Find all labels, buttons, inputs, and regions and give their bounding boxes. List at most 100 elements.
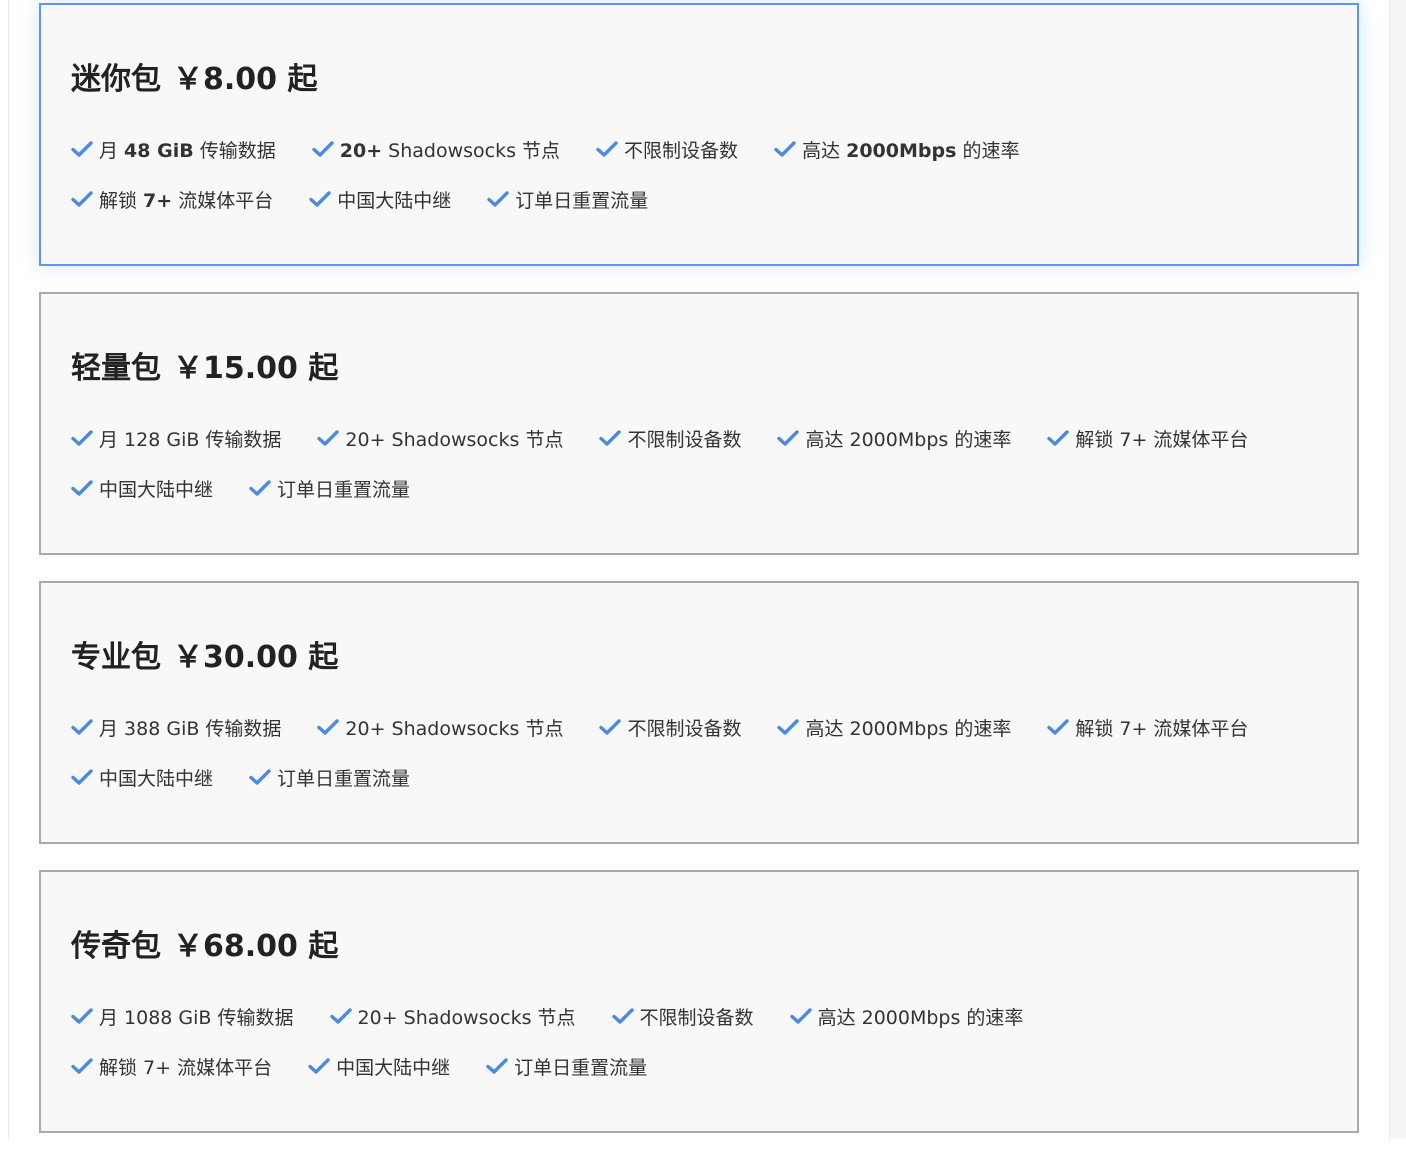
feature-item: 解锁 7+ 流媒体平台 — [71, 1041, 272, 1091]
feature-text: 20+ Shadowsocks 节点 — [345, 428, 564, 451]
plan-card-lite[interactable]: 轻量包 ￥15.00 起 月 128 GiB 传输数据 20+ Shadowsoc… — [39, 292, 1359, 555]
feature-list: 月 48 GiB 传输数据 20+ Shadowsocks 节点 不限制设备数 … — [71, 124, 1291, 224]
feature-item: 订单日重置流量 — [487, 174, 648, 224]
feature-item: 月 128 GiB 传输数据 — [71, 413, 281, 463]
check-icon — [611, 1008, 634, 1024]
feature-list: 月 1088 GiB 传输数据 20+ Shadowsocks 节点 不限制设备… — [71, 991, 1291, 1091]
check-icon — [71, 769, 93, 785]
feature-text: 解锁 7+ 流媒体平台 — [1075, 428, 1249, 451]
feature-item: 月 1088 GiB 传输数据 — [71, 991, 294, 1041]
feature-item: 20+ Shadowsocks 节点 — [312, 124, 560, 174]
check-icon — [487, 191, 509, 207]
feature-item: 订单日重置流量 — [249, 752, 410, 802]
check-icon — [308, 1058, 330, 1074]
plan-title: 传奇包 ￥68.00 起 — [71, 925, 1327, 969]
plan-list: 迷你包 ￥8.00 起 月 48 GiB 传输数据 20+ Shadowsocks… — [39, 3, 1359, 1159]
feature-item: 中国大陆中继 — [71, 752, 213, 802]
feature-text: 订单日重置流量 — [514, 1056, 648, 1079]
plan-name: 专业包 — [71, 640, 161, 675]
plan-price: ￥15.00 起 — [173, 351, 339, 386]
check-icon — [249, 480, 271, 496]
check-icon — [774, 141, 796, 157]
feature-item: 订单日重置流量 — [486, 1041, 647, 1091]
feature-text: 解锁 7+ 流媒体平台 — [1075, 717, 1249, 740]
feature-text: 高达 2000Mbps 的速率 — [805, 717, 1012, 740]
feature-item: 高达 2000Mbps 的速率 — [777, 413, 1011, 463]
feature-text: 不限制设备数 — [627, 717, 742, 740]
feature-item: 高达 2000Mbps 的速率 — [777, 702, 1011, 752]
feature-item: 不限制设备数 — [599, 702, 741, 752]
check-icon — [486, 1058, 508, 1074]
plan-title: 轻量包 ￥15.00 起 — [71, 347, 1327, 391]
feature-list: 月 128 GiB 传输数据 20+ Shadowsocks 节点 不限制设备数… — [71, 413, 1291, 513]
check-icon — [317, 430, 340, 446]
check-icon — [596, 141, 618, 157]
plan-price: ￥30.00 起 — [173, 640, 339, 675]
feature-text: 20+ Shadowsocks 节点 — [357, 1006, 576, 1029]
feature-text: 中国大陆中继 — [99, 767, 214, 790]
check-icon — [599, 719, 622, 735]
feature-text: 20+ Shadowsocks 节点 — [339, 139, 561, 162]
feature-text: 解锁 7+ 流媒体平台 — [99, 1056, 273, 1079]
page-left-divider — [8, 0, 9, 1139]
check-icon — [789, 1008, 812, 1024]
plan-card-mini[interactable]: 迷你包 ￥8.00 起 月 48 GiB 传输数据 20+ Shadowsocks… — [39, 3, 1359, 266]
check-icon — [71, 141, 93, 157]
check-icon — [312, 141, 334, 157]
feature-text: 月 388 GiB 传输数据 — [99, 717, 282, 740]
check-icon — [249, 769, 271, 785]
check-icon — [71, 719, 93, 735]
feature-item: 订单日重置流量 — [249, 463, 410, 513]
feature-text: 解锁 7+ 流媒体平台 — [99, 189, 274, 212]
plan-name: 迷你包 — [71, 62, 161, 97]
feature-text: 高达 2000Mbps 的速率 — [817, 1006, 1024, 1029]
feature-list: 月 388 GiB 传输数据 20+ Shadowsocks 节点 不限制设备数… — [71, 702, 1291, 802]
plan-card-pro[interactable]: 专业包 ￥30.00 起 月 388 GiB 传输数据 20+ Shadowsoc… — [39, 581, 1359, 844]
feature-text: 不限制设备数 — [627, 428, 742, 451]
feature-item: 不限制设备数 — [599, 413, 741, 463]
feature-item: 高达 2000Mbps 的速率 — [789, 991, 1024, 1041]
check-icon — [777, 719, 800, 735]
feature-text: 月 128 GiB 传输数据 — [99, 428, 282, 451]
scrollbar-track[interactable] — [1389, 0, 1406, 1139]
check-icon — [71, 191, 93, 207]
feature-item: 中国大陆中继 — [309, 174, 451, 224]
feature-item: 中国大陆中继 — [308, 1041, 450, 1091]
plan-title: 专业包 ￥30.00 起 — [71, 636, 1327, 680]
feature-item: 20+ Shadowsocks 节点 — [329, 991, 576, 1041]
feature-text: 高达 2000Mbps 的速率 — [802, 139, 1020, 162]
check-icon — [71, 1058, 93, 1074]
feature-item: 月 388 GiB 传输数据 — [71, 702, 281, 752]
feature-item: 解锁 7+ 流媒体平台 — [71, 174, 273, 224]
feature-item: 不限制设备数 — [596, 124, 738, 174]
feature-item: 解锁 7+ 流媒体平台 — [1047, 413, 1248, 463]
feature-text: 不限制设备数 — [639, 1006, 754, 1029]
feature-text: 订单日重置流量 — [277, 767, 411, 790]
feature-text: 月 48 GiB 传输数据 — [99, 139, 276, 162]
check-icon — [329, 1008, 352, 1024]
feature-item: 月 48 GiB 传输数据 — [71, 124, 276, 174]
feature-item: 20+ Shadowsocks 节点 — [317, 702, 563, 752]
check-icon — [317, 719, 340, 735]
feature-text: 不限制设备数 — [624, 139, 739, 162]
plan-price: ￥68.00 起 — [173, 929, 339, 964]
feature-item: 中国大陆中继 — [71, 463, 213, 513]
feature-item: 解锁 7+ 流媒体平台 — [1047, 702, 1248, 752]
feature-item: 20+ Shadowsocks 节点 — [317, 413, 563, 463]
feature-text: 订单日重置流量 — [277, 478, 411, 501]
plan-name: 传奇包 — [71, 929, 161, 964]
check-icon — [1047, 719, 1070, 735]
feature-text: 高达 2000Mbps 的速率 — [805, 428, 1012, 451]
feature-text: 中国大陆中继 — [337, 189, 452, 212]
feature-text: 中国大陆中继 — [99, 478, 214, 501]
feature-item: 高达 2000Mbps 的速率 — [774, 124, 1019, 174]
check-icon — [1047, 430, 1070, 446]
feature-text: 20+ Shadowsocks 节点 — [345, 717, 564, 740]
check-icon — [71, 480, 93, 496]
feature-item: 不限制设备数 — [611, 991, 754, 1041]
plan-card-legend[interactable]: 传奇包 ￥68.00 起 月 1088 GiB 传输数据 20+ Shadowso… — [39, 870, 1359, 1133]
plan-title: 迷你包 ￥8.00 起 — [71, 58, 1327, 102]
check-icon — [599, 430, 622, 446]
check-icon — [71, 430, 93, 446]
check-icon — [777, 430, 800, 446]
